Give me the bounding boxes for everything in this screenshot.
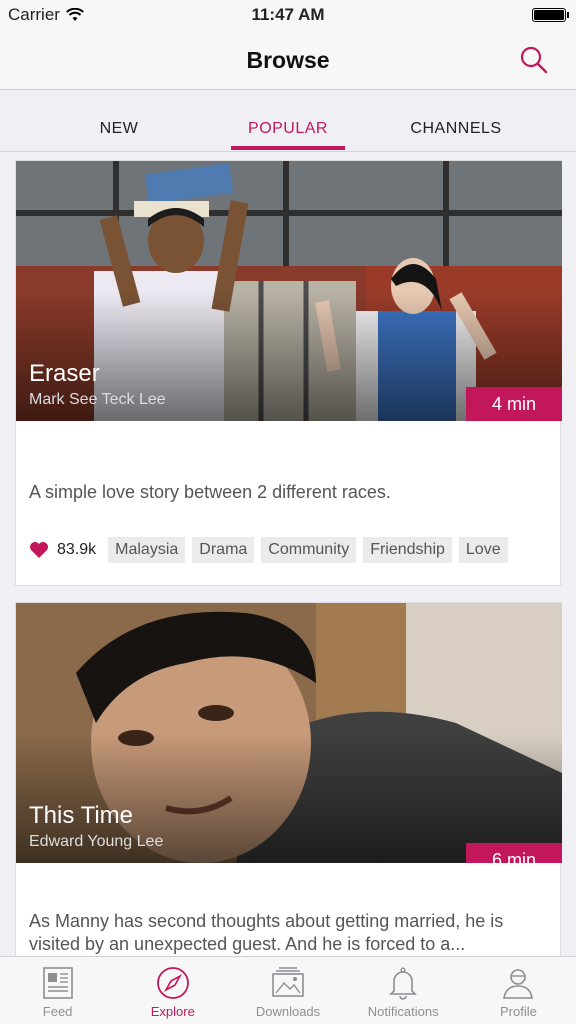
tag-chip[interactable]: Friendship — [363, 537, 452, 563]
segment-tabs: NEW POPULAR CHANNELS — [0, 90, 576, 152]
tag-chip[interactable]: Malaysia — [108, 537, 186, 563]
video-author: Edward Young Lee — [29, 833, 164, 850]
bell-icon — [389, 967, 418, 1000]
downloads-icon — [272, 967, 304, 997]
video-card[interactable]: This Time Edward Young Lee 6 min As Mann… — [15, 602, 562, 956]
duration-badge: 4 min — [466, 387, 562, 421]
tabbar-label: Downloads — [255, 1004, 321, 1019]
video-thumbnail[interactable]: Eraser Mark See Teck Lee 4 min — [16, 161, 562, 421]
video-title: Eraser — [29, 360, 100, 387]
search-icon[interactable] — [518, 44, 550, 76]
tab-indicator — [231, 146, 345, 150]
tag-chip[interactable]: Drama — [192, 537, 255, 563]
video-description: As Manny has second thoughts about getti… — [29, 911, 504, 954]
tabbar-item-notifications[interactable]: Notifications — [346, 957, 461, 1024]
tabbar-item-explore[interactable]: Explore — [115, 957, 230, 1024]
tabbar-label: Feed — [42, 1004, 73, 1019]
video-feed: Eraser Mark See Teck Lee 4 min A simple … — [0, 152, 576, 956]
battery-icon — [532, 8, 569, 22]
tabbar-item-downloads[interactable]: Downloads — [230, 957, 345, 1024]
tab-bar: Feed Explore Downloads Notifications Pro… — [0, 956, 576, 1024]
heart-icon — [30, 542, 48, 558]
tabbar-label: Explore — [150, 1004, 195, 1019]
video-description: A simple love story between 2 different … — [29, 482, 391, 502]
video-card[interactable]: Eraser Mark See Teck Lee 4 min A simple … — [15, 160, 562, 586]
tab-channels[interactable]: CHANNELS — [400, 120, 512, 138]
page-title: Browse — [246, 47, 330, 73]
like-count-value: 83.9k — [57, 541, 97, 558]
tag-chip[interactable]: Love — [458, 537, 508, 563]
video-author: Mark See Teck Lee — [29, 391, 166, 408]
tab-popular[interactable]: POPULAR — [238, 120, 338, 138]
profile-icon — [503, 969, 534, 999]
video-meta: 83.9k Malaysia Drama Community Friendshi… — [16, 504, 560, 579]
compass-icon — [156, 967, 189, 999]
tab-new[interactable]: NEW — [99, 120, 139, 138]
status-time: 11:47 AM — [251, 5, 325, 24]
tabbar-label: Notifications — [367, 1004, 439, 1019]
navigation-bar: Browse — [0, 30, 576, 90]
like-count[interactable]: 83.9k — [29, 541, 96, 559]
status-bar: Carrier 11:47 AM — [0, 0, 576, 30]
tabbar-item-profile[interactable]: Profile — [461, 957, 576, 1024]
duration-badge: 6 min — [466, 843, 562, 863]
tag-chip[interactable]: Community — [261, 537, 357, 563]
video-thumbnail[interactable]: This Time Edward Young Lee 6 min — [16, 603, 562, 863]
tabbar-item-feed[interactable]: Feed — [0, 957, 115, 1024]
feed-icon — [42, 967, 73, 999]
video-title: This Time — [29, 802, 134, 829]
tabbar-label: Profile — [499, 1004, 537, 1019]
